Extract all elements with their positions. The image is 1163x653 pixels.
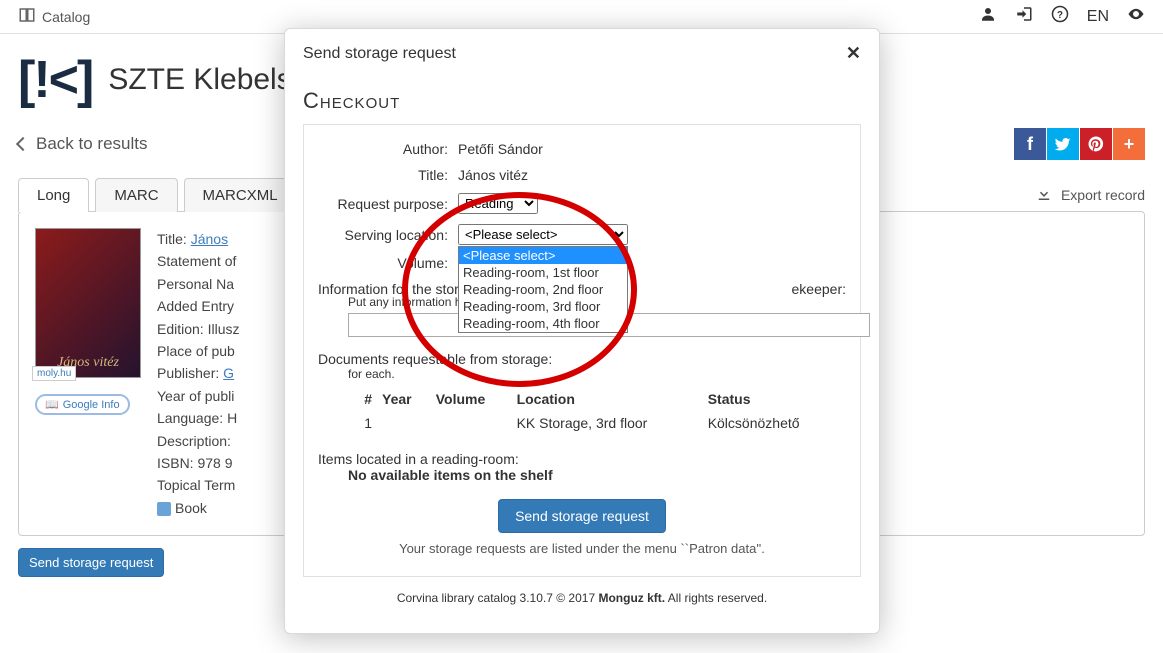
tab-long[interactable]: Long [18,178,89,212]
docs-sub: for each. [348,367,846,381]
help-icon[interactable]: ? [1051,5,1069,28]
send-storage-request-button-bg[interactable]: Send storage request [18,548,164,577]
author-label: Author: [318,141,448,157]
table-row: 1 KK Storage, 3rd floor Kölcsönözhető [348,411,846,435]
export-record[interactable]: Export record [1035,185,1145,206]
moly-link[interactable]: moly.hu [32,366,76,381]
language-switch[interactable]: EN [1087,8,1109,26]
signout-icon[interactable] [1015,5,1033,28]
share-more[interactable]: + [1113,128,1145,160]
requests-listed-hint: Your storage requests are listed under t… [318,541,846,556]
serving-location-select[interactable]: <Please select> [458,224,628,245]
tab-marcxml[interactable]: MARCXML [184,178,297,212]
purpose-label: Request purpose: [318,196,448,212]
chevron-left-icon [16,137,30,151]
info-hint-tail: ekeeper: [792,281,846,297]
purpose-select[interactable]: Reading [458,193,538,214]
meta-title-link[interactable]: János [191,231,228,247]
download-icon [1035,185,1053,206]
modal-close-button[interactable]: ✕ [846,43,861,64]
volume-label: Volume: [318,255,448,271]
location-option-1[interactable]: Reading-room, 1st floor [459,264,627,281]
location-option-3[interactable]: Reading-room, 3rd floor [459,298,627,315]
export-label: Export record [1061,187,1145,203]
catalog-icon [18,6,36,27]
checkout-heading: Checkout [303,88,861,114]
location-label: Serving location: [318,227,448,243]
tab-marc[interactable]: MARC [95,178,177,212]
location-option-4[interactable]: Reading-room, 4th floor [459,315,627,332]
shelf-heading: Items located in a reading-room: [318,451,846,467]
book-icon: 📖 [45,398,59,411]
modal-footer: Corvina library catalog 3.10.7 © 2017 Mo… [303,577,861,615]
author-value: Petőfi Sándor [458,141,543,157]
storage-request-modal: Send storage request ✕ Checkout Author: … [284,28,880,634]
cover-thumbnail[interactable]: János vitéz moly.hu [35,228,141,378]
user-icon[interactable] [979,5,997,28]
shelf-none: No available items on the shelf [348,467,846,483]
table-header-row: # Year Volume Location Status [348,387,846,411]
site-title: SZTE Klebels [108,63,291,97]
title-label: Title: [318,167,448,183]
catalog-link[interactable]: Catalog [42,9,90,25]
eye-icon[interactable] [1127,5,1145,28]
svg-text:?: ? [1057,10,1063,21]
send-storage-request-button[interactable]: Send storage request [498,499,666,533]
share-twitter[interactable] [1047,128,1079,160]
location-option-2[interactable]: Reading-room, 2nd floor [459,281,627,298]
share-pinterest[interactable] [1080,128,1112,160]
modal-title: Send storage request [303,45,456,63]
location-option-0[interactable]: <Please select> [459,247,627,264]
google-info-button[interactable]: 📖 Google Info [35,394,130,415]
serving-location-dropdown: <Please select> Reading-room, 1st floor … [458,246,628,333]
docs-table: # Year Volume Location Status 1 KK Stora… [348,387,846,435]
back-label: Back to results [36,134,148,154]
docs-heading: Documents requestable from storage: [318,351,846,367]
record-metadata: Title: János Statement of Personal Na Ad… [157,228,239,519]
share-facebook[interactable]: f [1014,128,1046,160]
title-value: János vitéz [458,167,528,183]
book-type-icon [157,502,171,516]
meta-publisher-link[interactable]: G [223,365,234,381]
back-to-results[interactable]: Back to results [18,134,148,154]
site-logo: [!<] [18,50,92,110]
